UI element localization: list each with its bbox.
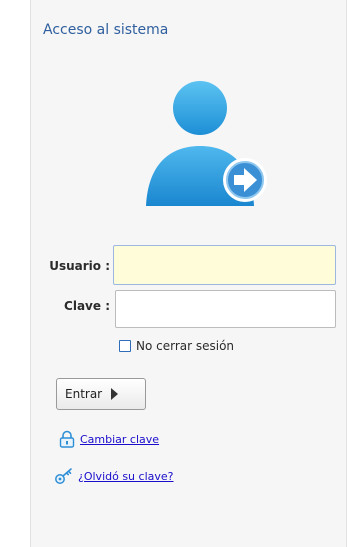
user-login-icon xyxy=(146,81,267,206)
play-arrow-icon xyxy=(111,388,119,400)
login-button-label: Entrar xyxy=(65,387,103,401)
password-input[interactable] xyxy=(115,290,336,328)
forgot-password-link[interactable]: ¿Olvidó su clave? xyxy=(78,470,174,483)
username-input[interactable] xyxy=(113,245,336,285)
change-password-link[interactable]: Cambiar clave xyxy=(80,433,159,446)
username-label: Usuario : xyxy=(49,259,110,273)
panel-title: Acceso al sistema xyxy=(43,22,169,38)
padlock-icon xyxy=(59,430,75,448)
change-password-row: Cambiar clave xyxy=(58,430,159,448)
password-label: Clave : xyxy=(64,299,110,313)
remember-session-row[interactable]: No cerrar sesión xyxy=(119,338,234,354)
remember-session-label[interactable]: No cerrar sesión xyxy=(136,339,234,353)
forgot-password-row: ¿Olvidó su clave? xyxy=(54,467,174,485)
login-button[interactable]: Entrar xyxy=(56,378,146,410)
remember-session-checkbox[interactable] xyxy=(119,340,131,352)
key-icon xyxy=(55,468,72,484)
